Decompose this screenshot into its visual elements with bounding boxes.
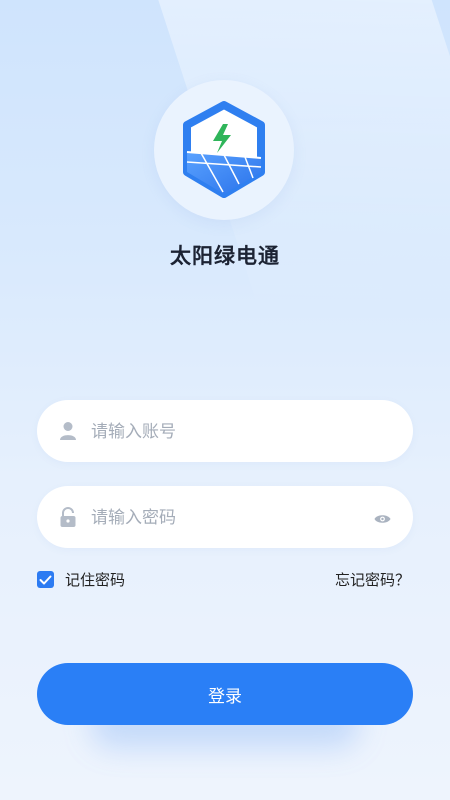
account-field[interactable]: [37, 400, 413, 464]
password-input[interactable]: [89, 486, 373, 550]
password-field[interactable]: [37, 486, 413, 550]
lock-icon: [59, 507, 77, 532]
user-icon: [59, 421, 77, 445]
login-button[interactable]: 登录: [37, 663, 413, 725]
account-input[interactable]: [89, 400, 373, 464]
remember-password-label: 记住密码: [65, 571, 126, 589]
remember-password-checkbox[interactable]: 记住密码: [37, 569, 125, 590]
solar-bolt-shield-icon: [183, 101, 265, 198]
forgot-password-link[interactable]: 忘记密码？: [335, 569, 410, 590]
app-logo: [154, 80, 294, 220]
app-title: 太阳绿电通: [170, 244, 280, 268]
eye-icon[interactable]: [374, 510, 391, 529]
check-icon[interactable]: [37, 571, 54, 588]
